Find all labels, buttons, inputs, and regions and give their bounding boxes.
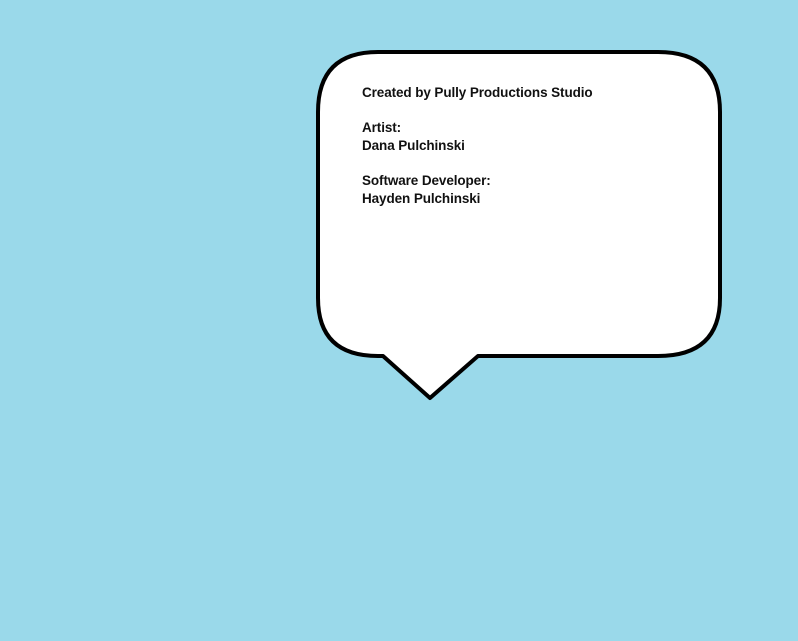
credits-scene: Created by Pully Productions Studio Arti… [0, 0, 798, 641]
developer-name: Hayden Pulchinski [362, 191, 481, 206]
artist-name: Dana Pulchinski [362, 138, 465, 153]
artist-role: Artist: [362, 120, 402, 135]
developer-role: Software Developer: [362, 173, 491, 188]
studio-credit: Created by Pully Productions Studio [362, 85, 593, 100]
credits-text: Created by Pully Productions Studio Arti… [362, 84, 692, 208]
